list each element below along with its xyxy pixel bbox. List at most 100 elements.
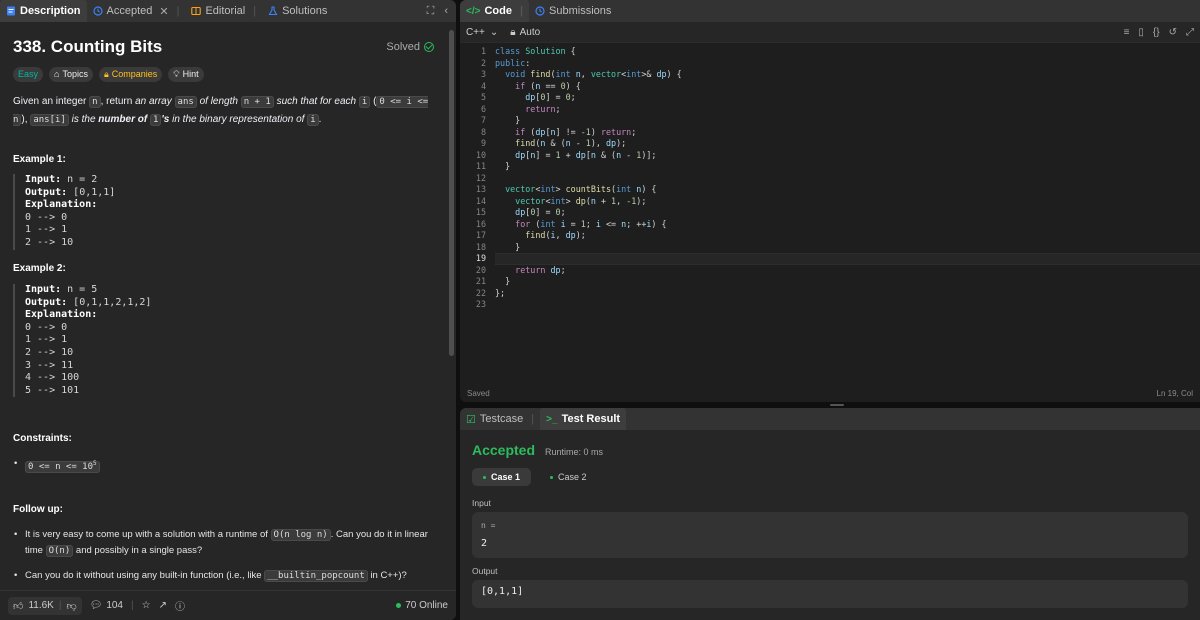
reset-icon[interactable]: ↺ [1169, 27, 1177, 38]
tab-test-result[interactable]: >_ Test Result [540, 408, 627, 430]
online-dot [396, 603, 402, 608]
code-line[interactable] [495, 173, 1200, 185]
case-2-tab[interactable]: Case 2 [539, 468, 598, 486]
companies-tag[interactable]: 🔒︎ Companies [98, 67, 163, 82]
topics-tag[interactable]: ⌂ Topics [49, 67, 93, 82]
input-box: n = 2 [472, 512, 1188, 558]
tag-icon: ⌂ [54, 69, 60, 79]
code-line[interactable]: class Solution { [495, 46, 1200, 58]
code-line[interactable]: find(i, dp); [495, 230, 1200, 242]
code-line[interactable] [495, 299, 1200, 311]
code-panel: </> Code | Submissions C++ ⌄ 🔒︎ Auto ≡ ▯… [460, 0, 1200, 402]
pass-dot [483, 475, 486, 479]
example-2-title: Example 2: [13, 263, 66, 274]
code-line[interactable]: find(n & (n - 1), dp); [495, 138, 1200, 150]
pass-dot [550, 475, 554, 479]
line-number: 4 [480, 80, 486, 91]
result-tabbar: ☑ Testcase | >_ Test Result [460, 408, 1200, 430]
expand-icon[interactable]: ⤢ [1186, 27, 1194, 38]
comments-button[interactable]: 💬︎ 104 [90, 600, 123, 611]
book-icon [191, 6, 202, 16]
result-panel: ☑ Testcase | >_ Test Result Accepted Run… [460, 408, 1200, 620]
checkbox-icon: ☑ [466, 413, 476, 426]
line-number: 23 [475, 299, 486, 309]
code-line[interactable]: for (int i = 1; i <= n; ++i) { [495, 219, 1200, 231]
code-editor[interactable]: 1 2 3 4 5 6 7 8 9 10 11 12 13 14 15 16 17 18 19 20 21 22 23 cl… [460, 43, 1200, 383]
line-number: 11 [475, 161, 486, 171]
code-line[interactable] [495, 253, 1200, 265]
braces-icon[interactable]: {} [1153, 27, 1160, 38]
history-icon [535, 6, 545, 16]
line-number: 13 [475, 184, 486, 194]
code-line[interactable]: vector<int> countBits(int n) { [495, 184, 1200, 196]
tab-code[interactable]: </> Code | [460, 0, 530, 22]
check-circle-icon [424, 42, 434, 52]
line-number: 3 [480, 69, 486, 79]
tab-submissions[interactable]: Submissions [529, 0, 617, 22]
save-status: Saved [467, 388, 490, 398]
case-tabs: Case 1 Case 2 [472, 468, 598, 486]
line-number: 22 [475, 287, 486, 298]
code-line[interactable]: if (n == 0) { [495, 81, 1200, 93]
case-1-tab[interactable]: Case 1 [472, 468, 532, 486]
thumbs-down-icon[interactable]: 👎︎ [66, 600, 76, 612]
code-line[interactable]: dp[0] = 0; [495, 207, 1200, 219]
problem-title[interactable]: 338. Counting Bits [13, 37, 162, 57]
tab-separator: | [176, 5, 180, 17]
code-line[interactable]: if (dp[n] != -1) return; [495, 127, 1200, 139]
tab-accepted[interactable]: Accepted ✕ | [87, 0, 186, 22]
line-number: 10 [475, 149, 486, 160]
code-line[interactable]: return dp; [495, 265, 1200, 277]
input-label: Input [472, 498, 491, 508]
tab-testcase[interactable]: ☑ Testcase | [460, 408, 540, 430]
example-1-block: Input: n = 2 Output: [0,1,1] Explanation… [13, 174, 435, 250]
close-icon[interactable]: ✕ [159, 5, 168, 18]
code-line[interactable]: public: [495, 58, 1200, 70]
help-icon[interactable]: ⓘ [175, 598, 185, 613]
code-line[interactable]: } [495, 242, 1200, 254]
code-tabbar: </> Code | Submissions [460, 0, 1200, 22]
format-icon[interactable]: ≡ [1124, 27, 1130, 38]
code-line[interactable]: dp[0] = 0; [495, 92, 1200, 104]
like-button[interactable]: 👍︎ 11.6K | 👎︎ [8, 596, 82, 615]
code-line[interactable]: } [495, 276, 1200, 288]
cursor-position: Ln 19, Col [1156, 388, 1193, 398]
splitter-grip[interactable] [830, 404, 844, 406]
description-scrollbar[interactable] [449, 30, 454, 356]
tab-description[interactable]: Description [0, 0, 87, 22]
difficulty-badge: Easy [13, 67, 44, 82]
code-line[interactable]: dp[n] = 1 + dp[n & (n - 1)]; [495, 150, 1200, 162]
code-line[interactable]: } [495, 161, 1200, 173]
tab-separator: | [253, 5, 257, 17]
list-item: Can you do it without using any built-in… [13, 568, 435, 584]
example-1-title: Example 1: [13, 154, 66, 165]
code-line[interactable]: }; [495, 288, 1200, 300]
tab-solutions[interactable]: Solutions [262, 0, 333, 22]
language-select[interactable]: C++ ⌄ [466, 27, 498, 38]
line-number: 6 [480, 103, 486, 114]
problem-statement: Given an integer n, return an array ans … [13, 96, 429, 126]
online-count: 70 Online [396, 600, 448, 611]
line-number: 14 [475, 195, 486, 206]
line-number: 17 [475, 230, 486, 240]
terminal-icon: >_ [546, 413, 558, 425]
code-line[interactable]: } [495, 115, 1200, 127]
output-label: Output [472, 566, 498, 576]
maximize-icon[interactable]: ⛶ [427, 5, 435, 18]
code-lines[interactable]: class Solution {public: void find(int n,… [495, 46, 1200, 311]
bookmark-icon[interactable]: ▯ [1138, 27, 1144, 38]
collapse-icon[interactable]: ‹ [444, 5, 448, 18]
line-number: 5 [480, 92, 486, 102]
share-icon[interactable]: ↗ [159, 600, 167, 611]
code-line[interactable]: void find(int n, vector<int>& dp) { [495, 69, 1200, 81]
tab-editorial[interactable]: Editorial | [185, 0, 262, 22]
line-numbers: 1 2 3 4 5 6 7 8 9 10 11 12 13 14 15 16 17 18 19 20 21 22 23 [460, 46, 486, 311]
auto-mode[interactable]: 🔒︎ Auto [510, 27, 540, 38]
tab-separator: | [531, 413, 535, 425]
code-line[interactable]: return; [495, 104, 1200, 116]
code-line[interactable]: vector<int> dp(n + 1, -1); [495, 196, 1200, 208]
star-icon[interactable]: ☆ [142, 600, 151, 611]
hint-tag[interactable]: 💡︎ Hint [168, 67, 204, 82]
list-item: 0 <= n <= 105 [13, 456, 435, 475]
constraints-list: 0 <= n <= 105 [13, 456, 435, 484]
